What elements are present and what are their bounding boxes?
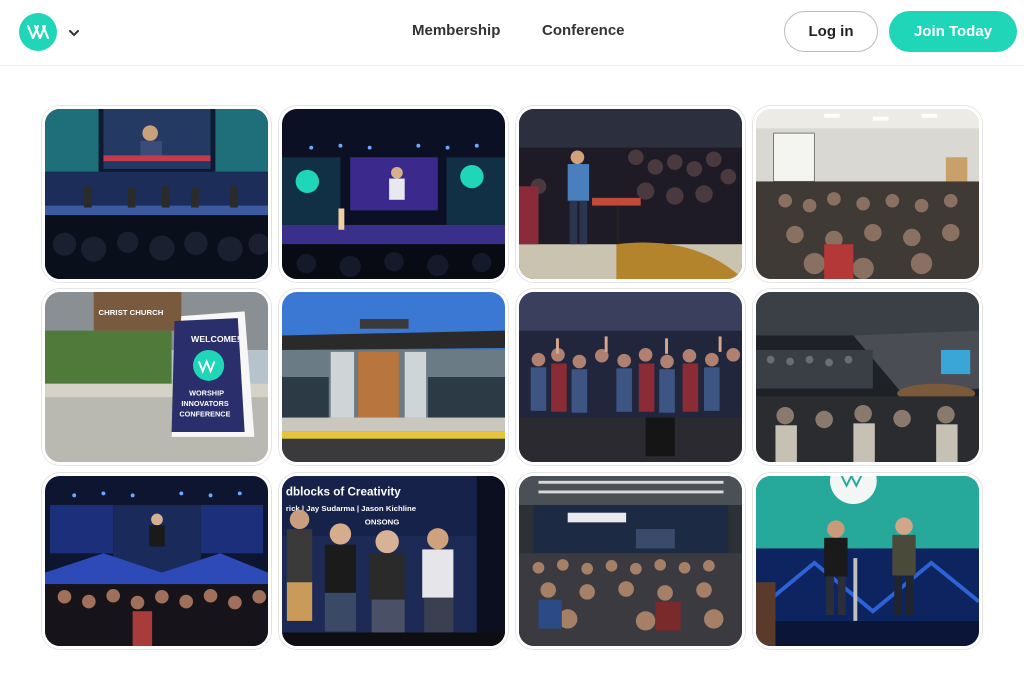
sign-welcome-text: WELCOME! (191, 334, 240, 344)
conference-keynote-stage-photo[interactable] (279, 106, 508, 282)
building-sign-text: CHRIST CHURCH (99, 308, 164, 317)
banner-title-text: dblocks of Creativity (286, 485, 401, 498)
chevron-down-icon[interactable] (66, 25, 82, 41)
breakout-session-photo[interactable] (516, 473, 745, 649)
sign-line-1: WORSHIP (189, 388, 224, 397)
wi-logo-icon[interactable] (19, 13, 57, 51)
keyboard-worship-leader-photo[interactable] (516, 106, 745, 282)
top-navigation-bar: Membership Conference Log in Join Today (0, 0, 1024, 66)
banner-sponsor-text: ONSONG (365, 517, 400, 526)
panel-discussion-photo[interactable]: dblocks of Creativity rick | Jay Sudarma… (279, 473, 508, 649)
login-button[interactable]: Log in (784, 11, 878, 52)
christ-church-welcome-sign-photo[interactable]: CHRIST CHURCH WELCOME! WORSHIP INNOVATOR… (42, 289, 271, 465)
nav-membership-link[interactable]: Membership (412, 21, 500, 41)
wi-logo-mark (27, 25, 49, 39)
photo-gallery: CHRIST CHURCH WELCOME! WORSHIP INNOVATOR… (42, 106, 982, 652)
large-auditorium-photo[interactable] (753, 289, 982, 465)
banner-names-text: rick | Jay Sudarma | Jason Kichline (286, 504, 417, 513)
sound-like-you-session-photo[interactable] (42, 473, 271, 649)
join-today-button[interactable]: Join Today (889, 11, 1017, 52)
sign-line-2: INNOVATORS (181, 399, 229, 408)
sign-line-3: CONFERENCE (179, 410, 230, 419)
seminar-room-audience-photo[interactable] (753, 106, 982, 282)
crowd-worshipping-photo[interactable] (516, 289, 745, 465)
teal-stage-interview-photo[interactable] (753, 473, 982, 649)
worship-band-stage-photo[interactable] (42, 106, 271, 282)
nav-conference-link[interactable]: Conference (542, 21, 625, 41)
church-building-exterior-photo[interactable] (279, 289, 508, 465)
